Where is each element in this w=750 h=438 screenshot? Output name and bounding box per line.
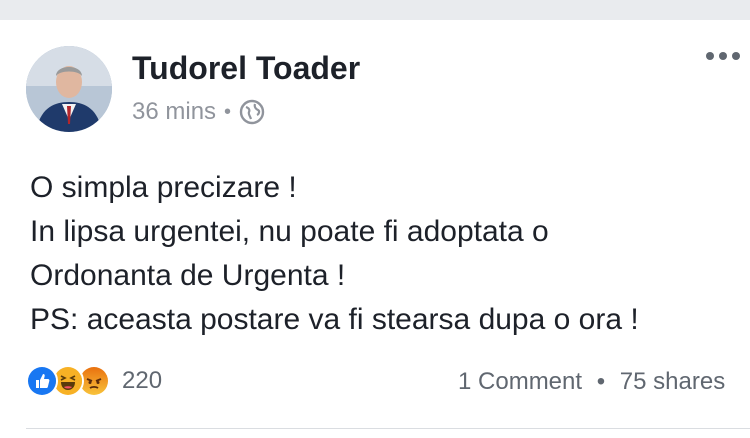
reactions-count[interactable]: 220 [122,367,162,395]
post-card: Tudorel Toader 36 mins • O simpla preciz… [0,20,750,438]
post-time[interactable]: 36 mins [132,98,216,126]
more-dot-icon [732,52,740,60]
post-line: PS: aceasta postare va fi stearsa dupa o… [30,303,639,336]
social-counts: 1 Comment • 75 shares [458,368,725,396]
like-reaction-icon [26,365,58,397]
post-body: O simpla precizare ! In lipsa urgentei, … [30,166,639,342]
globe-icon[interactable] [239,99,265,125]
post-meta: 36 mins • [132,98,265,126]
post-line: Ordonanta de Urgenta ! [30,259,346,292]
post-line: In lipsa urgentei, nu poate fi adoptata … [30,215,549,248]
comments-link[interactable]: 1 Comment [458,368,582,395]
shares-link[interactable]: 75 shares [620,368,725,395]
more-dot-icon [706,52,714,60]
more-options-button[interactable] [706,52,740,60]
reactions-summary[interactable]: 220 [26,365,162,397]
author-name[interactable]: Tudorel Toader [132,50,360,87]
social-separator: • [596,368,606,395]
meta-separator: • [224,100,232,123]
divider [26,428,750,429]
more-dot-icon [719,52,727,60]
post-line: O simpla precizare ! [30,171,297,204]
author-avatar[interactable] [26,46,112,132]
